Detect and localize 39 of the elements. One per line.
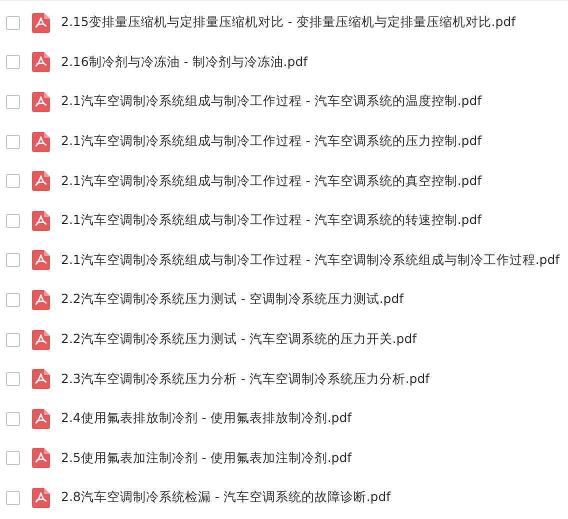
pdf-file-icon xyxy=(32,52,50,72)
file-name[interactable]: 2.8汽车空调制冷系统检漏 - 汽车空调系统的故障诊断.pdf xyxy=(61,489,391,506)
checkbox[interactable] xyxy=(6,292,20,307)
pdf-file-icon xyxy=(32,448,50,468)
file-name[interactable]: 2.15变排量压缩机与定排量压缩机对比 - 变排量压缩机与定排量压缩机对比.pdf xyxy=(61,14,516,32)
file-name[interactable]: 2.16制冷剂与冷冻油 - 制冷剂与冷冻油.pdf xyxy=(61,54,308,71)
checkbox[interactable] xyxy=(6,134,20,149)
checkbox[interactable] xyxy=(6,55,20,70)
file-name[interactable]: 2.3汽车空调制冷系统压力分析 - 汽车空调制冷系统压力分析.pdf xyxy=(61,370,430,388)
file-name[interactable]: 2.1汽车空调制冷系统组成与制冷工作过程 - 汽车空调系统的真空控制.pdf xyxy=(61,172,482,190)
pdf-file-icon xyxy=(32,330,50,350)
checkbox[interactable] xyxy=(6,174,20,188)
checkbox[interactable] xyxy=(6,372,20,386)
pdf-file-icon xyxy=(32,12,50,33)
file-name[interactable]: 2.5使用氟表加注制冷剂 - 使用氟表加注制冷剂.pdf xyxy=(61,450,352,467)
pdf-file-icon xyxy=(32,488,50,508)
file-name[interactable]: 2.1汽车空调制冷系统组成与制冷工作过程 - 汽车空调系统的温度控制.pdf xyxy=(61,93,482,110)
pdf-file-icon xyxy=(32,132,50,152)
checkbox[interactable] xyxy=(6,253,20,268)
file-name[interactable]: 2.4使用氟表排放制冷剂 - 使用氟表排放制冷剂.pdf xyxy=(61,410,352,428)
checkbox[interactable] xyxy=(6,94,20,109)
checkbox[interactable] xyxy=(6,490,20,505)
pdf-file-icon xyxy=(32,171,50,192)
pdf-file-icon xyxy=(32,290,50,310)
checkbox[interactable] xyxy=(6,16,20,30)
pdf-file-icon xyxy=(32,210,50,231)
checkbox[interactable] xyxy=(6,412,20,426)
file-name[interactable]: 2.1汽车空调制冷系统组成与制冷工作过程 - 汽车空调系统的转速控制.pdf xyxy=(61,212,482,230)
file-name[interactable]: 2.1汽车空调制冷系统组成与制冷工作过程 - 汽车空调系统的压力控制.pdf xyxy=(61,133,482,150)
checkbox[interactable] xyxy=(6,451,20,466)
pdf-file-icon xyxy=(32,408,50,429)
pdf-file-icon xyxy=(32,250,50,270)
pdf-file-icon xyxy=(32,369,50,390)
file-name[interactable]: 2.1汽车空调制冷系统组成与制冷工作过程 - 汽车空调制冷系统组成与制冷工作过程.pdf xyxy=(61,252,560,269)
pdf-file-icon xyxy=(32,92,50,112)
checkbox[interactable] xyxy=(6,332,20,347)
checkbox[interactable] xyxy=(6,214,20,228)
file-name[interactable]: 2.2汽车空调制冷系统压力测试 - 空调制冷系统压力测试.pdf xyxy=(61,291,404,308)
file-name[interactable]: 2.2汽车空调制冷系统压力测试 - 汽车空调系统的压力开关.pdf xyxy=(61,331,417,348)
